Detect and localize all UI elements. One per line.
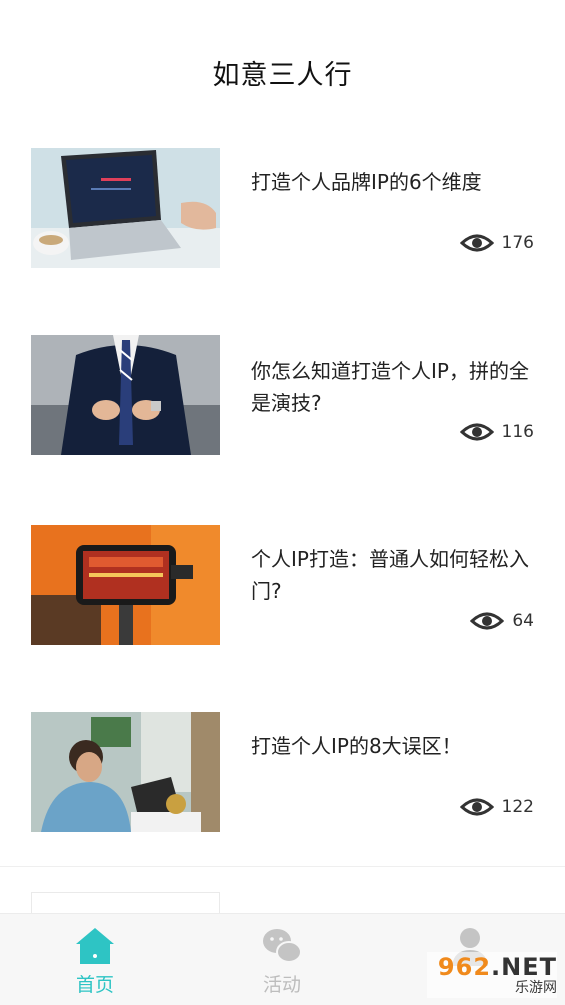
site-watermark: 962.NET 乐游网 [427,952,557,998]
article-thumbnail-suit [31,335,220,455]
article-card[interactable]: 打造个人IP的8大误区！ 122 [0,678,565,867]
watermark-logo: 962.NET [438,954,557,980]
article-card[interactable]: 你怎么知道打造个人IP，拼的全是演技? 116 [0,302,565,491]
eye-icon [459,798,494,816]
article-thumbnail-desk [31,712,220,832]
watermark-domain: .NET [491,953,557,981]
article-title: 打造个人品牌IP的6个维度 [251,170,482,194]
tab-home[interactable]: 首页 [40,914,150,1005]
article-title: 个人IP打造：普通人如何轻松入门? [251,547,529,603]
view-count: 122 [459,795,534,819]
watermark-subtitle: 乐游网 [515,980,557,996]
page-title: 如意三人行 [212,60,353,91]
view-count-value: 176 [501,233,534,253]
view-count: 116 [459,420,534,444]
eye-icon [459,423,494,441]
view-count: 64 [470,609,534,633]
tab-home-label: 首页 [75,974,114,996]
watermark-number: 962 [437,953,492,981]
home-icon [76,928,114,964]
chat-icon [263,929,302,963]
view-count-value: 64 [512,611,534,631]
view-count-value: 116 [501,422,534,442]
article-thumbnail-gimbal [31,525,220,645]
tab-activity[interactable]: 活动 [227,914,337,1005]
view-count-value: 122 [501,797,534,817]
article-thumbnail-laptop [31,148,220,268]
app-header: 如意三人行 [0,0,565,114]
tab-activity-label: 活动 [262,974,301,996]
article-card[interactable]: 打造个人品牌IP的6个维度 176 [0,114,565,303]
article-title: 打造个人IP的8大误区！ [251,734,462,758]
eye-icon [459,234,494,252]
article-title: 你怎么知道打造个人IP，拼的全是演技? [251,359,529,415]
article-card[interactable]: 个人IP打造：普通人如何轻松入门? 64 [0,490,565,679]
view-count: 176 [459,231,534,255]
eye-icon [470,612,505,630]
